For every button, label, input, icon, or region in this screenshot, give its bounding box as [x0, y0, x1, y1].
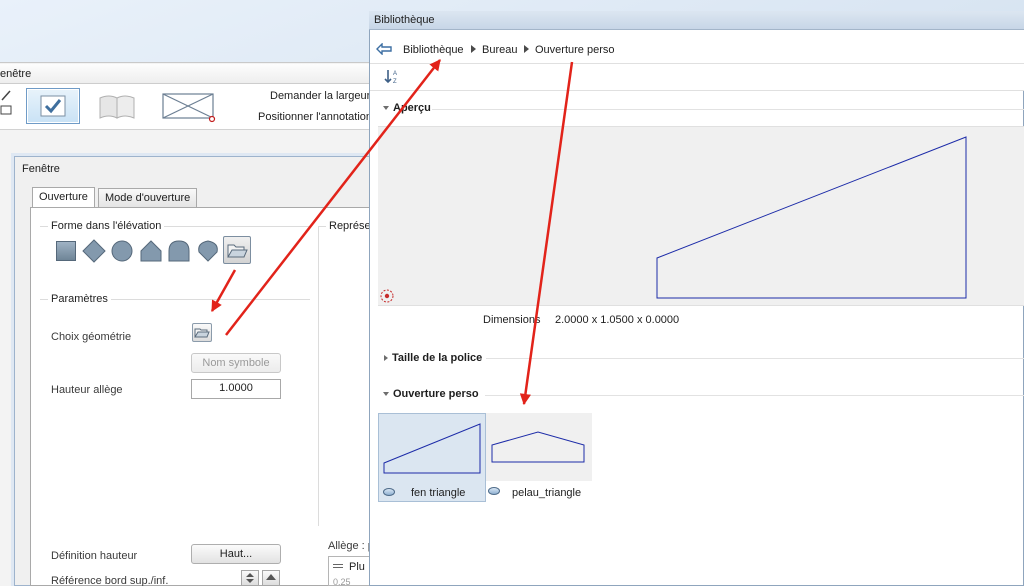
back-arrow-icon[interactable]: [376, 43, 392, 55]
breadcrumb-separator-icon: [471, 45, 476, 53]
parametres-group-label: Paramètres: [48, 293, 111, 305]
choix-geometrie-button[interactable]: [192, 323, 212, 342]
haut-button[interactable]: Haut...: [191, 544, 281, 564]
triangle-window-preview: [656, 136, 967, 299]
pelau-triangle-thumbnail: [491, 431, 585, 463]
symbol-type-icon: [488, 487, 500, 495]
bibliotheque-title: Bibliothèque: [374, 14, 435, 26]
custom-shape-button[interactable]: [223, 236, 251, 264]
arch-icon[interactable]: [167, 239, 191, 263]
forme-group-label: Forme dans l'élévation: [48, 220, 165, 232]
tab-mode-ouverture[interactable]: Mode d'ouverture: [98, 188, 198, 208]
circle-icon[interactable]: [110, 239, 134, 263]
reference-bord-toggle-up[interactable]: [262, 570, 280, 586]
pencil-tool-icon[interactable]: [0, 88, 14, 118]
hauteur-allege-input[interactable]: 1.0000: [191, 379, 281, 399]
tab-ouverture-label: Ouverture: [39, 191, 88, 203]
svg-text:Z: Z: [393, 79, 397, 85]
apercu-section-line: [432, 109, 1024, 110]
validate-button[interactable]: [26, 88, 80, 124]
window-symbol-icon: [162, 93, 216, 123]
hauteur-allege-label: Hauteur allège: [51, 384, 123, 396]
bibliotheque-titlebar: Bibliothèque: [369, 11, 1024, 30]
tab-mode-ouverture-label: Mode d'ouverture: [105, 192, 191, 204]
reference-bord-label: Référence bord sup./inf.: [51, 575, 169, 586]
dimensions-value: 2.0000 x 1.0500 x 0.0000: [555, 314, 680, 326]
drop-icon[interactable]: [196, 239, 220, 263]
symbol-type-icon: [383, 488, 395, 496]
hauteur-allege-value: 1.0000: [219, 382, 253, 394]
plus-label: Plu: [349, 561, 365, 573]
reference-point-icon[interactable]: [379, 288, 395, 304]
pentagon-icon[interactable]: [139, 239, 163, 263]
folder-open-icon: [194, 328, 210, 338]
background-window-title: enêtre: [0, 68, 32, 80]
pelau-triangle-label: pelau_triangle: [512, 487, 582, 499]
apercu-preview-area: [378, 126, 1024, 306]
folder-open-icon: [227, 244, 248, 258]
tab-ouverture[interactable]: Ouverture: [32, 187, 95, 209]
library-item-pelau-triangle[interactable]: [486, 413, 592, 481]
request-width-label[interactable]: Demander la largeur: [270, 90, 370, 102]
sort-az-icon[interactable]: A Z: [383, 67, 401, 85]
fenetre-dialog-title: Fenêtre: [22, 163, 60, 175]
representation-group-left-border: [318, 226, 319, 526]
arrow-up-icon: [266, 574, 276, 580]
taille-police-expand-icon[interactable]: [384, 355, 388, 361]
fen-triangle-thumbnail: [383, 423, 481, 474]
checkmark-icon: [40, 95, 66, 117]
ouverture-perso-collapse-icon[interactable]: [383, 392, 389, 396]
partial-value: 0.25: [333, 577, 351, 586]
haut-button-label: Haut...: [219, 548, 253, 560]
position-annotation-label[interactable]: Positionner l'annotation: [258, 111, 372, 123]
taille-police-section-line: [486, 358, 1024, 359]
dimensions-label: Dimensions: [483, 314, 541, 326]
fenetre-dialog-titlebar: Fenêtre: [15, 157, 372, 181]
nom-symbole-button[interactable]: Nom symbole: [191, 353, 281, 373]
book-icon: [99, 95, 135, 119]
breadcrumb-bureau[interactable]: Bureau: [482, 44, 517, 56]
svg-text:A: A: [393, 71, 397, 77]
library-book-button[interactable]: [94, 88, 140, 124]
definition-hauteur-label: Définition hauteur: [51, 550, 138, 562]
up-down-arrows-icon: [246, 573, 254, 583]
choix-geometrie-label: Choix géométrie: [51, 331, 132, 343]
taille-police-section-title[interactable]: Taille de la police: [392, 352, 482, 364]
ouverture-perso-section-title[interactable]: Ouverture perso: [393, 388, 479, 400]
apercu-collapse-icon[interactable]: [383, 106, 389, 110]
rectangle-icon[interactable]: [56, 241, 76, 261]
reference-bord-toggle-updown[interactable]: [241, 570, 259, 586]
envelope-annotation-button[interactable]: [158, 88, 218, 124]
diamond-icon[interactable]: [82, 239, 106, 263]
breadcrumb-bibliotheque[interactable]: Bibliothèque: [403, 44, 464, 56]
bibliotheque-navbar: [370, 30, 1024, 64]
background-window-titlebar: enêtre: [0, 64, 372, 84]
library-item-fen-triangle[interactable]: fen triangle: [378, 413, 486, 502]
breadcrumb-ouverture-perso[interactable]: Ouverture perso: [535, 44, 614, 56]
apercu-section-title[interactable]: Aperçu: [393, 102, 431, 114]
allege-property-table: Plu 0.25: [328, 556, 372, 586]
ouverture-perso-section-line: [485, 395, 1024, 396]
pen-lines-icon: [333, 564, 343, 570]
breadcrumb-separator-icon: [524, 45, 529, 53]
nom-symbole-label: Nom symbole: [202, 357, 270, 369]
background-toolbar: Demander la largeur Positionner l'annota…: [0, 84, 372, 130]
fen-triangle-label: fen triangle: [411, 487, 466, 499]
bibliotheque-toolbar: [370, 64, 1024, 91]
allege-label: Allège : p: [328, 540, 374, 552]
